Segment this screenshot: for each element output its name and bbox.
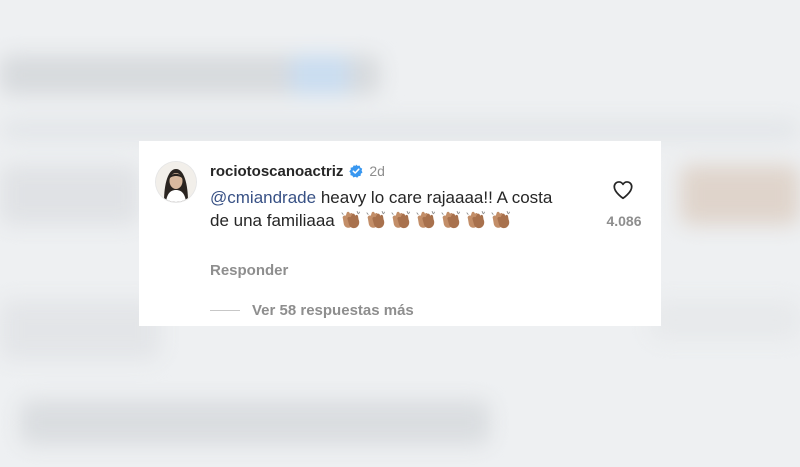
like-count: 4.086: [606, 213, 642, 229]
mention-link[interactable]: @cmiandrade: [210, 188, 316, 207]
reply-button[interactable]: Responder: [210, 262, 288, 279]
comment-header: rociotoscanoactriz 2d: [210, 161, 385, 181]
heart-icon[interactable]: [612, 179, 634, 201]
clapping-hands-icon: [340, 210, 361, 229]
clapping-hands-icon: [465, 210, 486, 229]
timestamp: 2d: [369, 163, 385, 179]
view-replies-label: Ver 58 respuestas más: [252, 302, 414, 319]
emoji-group: [340, 210, 515, 230]
view-replies-button[interactable]: Ver 58 respuestas más: [210, 302, 414, 319]
verified-badge-icon: [349, 164, 363, 178]
avatar[interactable]: [156, 162, 196, 202]
clapping-hands-icon: [440, 210, 461, 229]
comment-card: rociotoscanoactriz 2d @cmiandrade heavy …: [139, 141, 661, 326]
comment-text: @cmiandrade heavy lo care rajaaaa!! A co…: [210, 186, 570, 232]
clapping-hands-icon: [490, 210, 511, 229]
clapping-hands-icon: [415, 210, 436, 229]
clapping-hands-icon: [365, 210, 386, 229]
username-link[interactable]: rociotoscanoactriz: [210, 163, 343, 180]
divider-line: [210, 310, 240, 311]
clapping-hands-icon: [390, 210, 411, 229]
